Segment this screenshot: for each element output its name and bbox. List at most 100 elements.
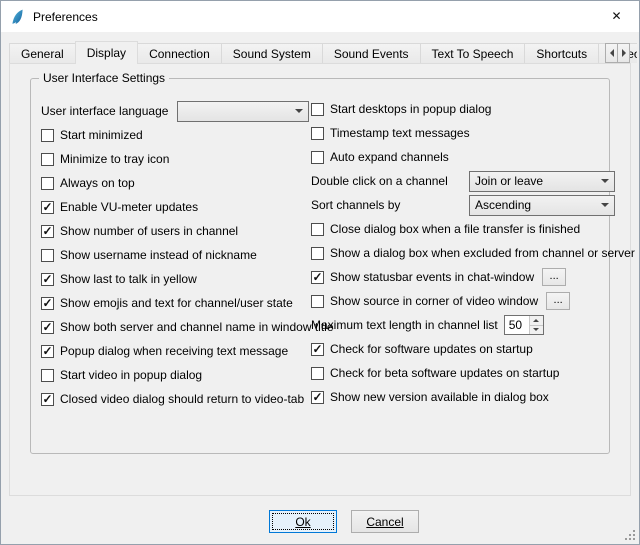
user-interface-settings-group: User Interface Settings User interface l… <box>30 78 610 454</box>
checkbox[interactable] <box>311 103 324 116</box>
checkbox-row-show-new-version-available-in-dialog-box[interactable]: ✓ Show new version available in dialog b… <box>311 385 615 409</box>
checkbox-row-check-for-software-updates-on-startup[interactable]: ✓ Check for software updates on startup <box>311 337 615 361</box>
checkbox[interactable]: ✓ <box>41 297 54 310</box>
double-click-value: Join or leave <box>475 174 543 188</box>
checkbox-label: Closed video dialog should return to vid… <box>60 392 304 406</box>
tab-general[interactable]: General <box>9 43 76 63</box>
checkbox-row-start-minimized[interactable]: Start minimized <box>41 123 309 147</box>
close-button[interactable]: ✕ <box>594 1 639 31</box>
checkbox[interactable]: ✓ <box>41 393 54 406</box>
title-bar: Preferences ✕ <box>1 1 639 32</box>
tab-shortcuts[interactable]: Shortcuts <box>524 43 599 63</box>
checkbox-row-timestamp-text-messages[interactable]: Timestamp text messages <box>311 121 615 145</box>
checkbox[interactable] <box>311 295 324 308</box>
checkbox-row-show-emojis-and-text-for-channel-user-state[interactable]: ✓ Show emojis and text for channel/user … <box>41 291 309 315</box>
checkbox-label: Show last to talk in yellow <box>60 272 197 286</box>
checkbox-label: Show source in corner of video window <box>330 294 538 308</box>
cancel-button[interactable]: Cancel <box>351 510 419 533</box>
ok-button[interactable]: Ok <box>269 510 337 533</box>
checkbox-row-start-desktops-in-popup-dialog[interactable]: Start desktops in popup dialog <box>311 97 615 121</box>
checkbox-row-show-username-instead-of-nickname[interactable]: Show username instead of nickname <box>41 243 309 267</box>
checkbox-row-check-for-beta-software-updates-on-startup[interactable]: Check for beta software updates on start… <box>311 361 615 385</box>
checkbox-row-show-number-of-users-in-channel[interactable]: ✓ Show number of users in channel <box>41 219 309 243</box>
tab-text-to-speech[interactable]: Text To Speech <box>420 43 526 63</box>
arrow-right-icon <box>622 49 626 57</box>
tab-connection[interactable]: Connection <box>137 43 222 63</box>
double-click-label: Double click on a channel <box>311 174 448 188</box>
window-title: Preferences <box>33 10 98 24</box>
checkbox-row-close-dialog-box-when-a-file-transfer-is-finishe[interactable]: Close dialog box when a file transfer is… <box>311 217 615 241</box>
checkbox[interactable]: ✓ <box>41 273 54 286</box>
checkbox[interactable] <box>41 369 54 382</box>
double-click-select[interactable]: Join or leave <box>469 171 615 192</box>
max-text-length-spinner[interactable]: 50 <box>504 315 544 335</box>
tab-sound-events[interactable]: Sound Events <box>322 43 421 63</box>
checkbox-row-show-a-dialog-box-when-excluded-from-channel-or-[interactable]: Show a dialog box when excluded from cha… <box>311 241 615 265</box>
checkbox[interactable]: ✓ <box>41 225 54 238</box>
checkbox[interactable] <box>311 127 324 140</box>
spin-up-button[interactable] <box>530 316 543 325</box>
checkbox-row-show-both-server-and-channel-name-in-window-titl[interactable]: ✓ Show both server and channel name in w… <box>41 315 309 339</box>
checkbox[interactable] <box>311 367 324 380</box>
tab-sound-system[interactable]: Sound System <box>221 43 323 63</box>
resize-grip[interactable] <box>623 528 636 541</box>
checkbox[interactable]: ✓ <box>311 271 324 284</box>
language-row: User interface language <box>41 99 309 123</box>
checkbox[interactable] <box>311 223 324 236</box>
sort-channels-value: Ascending <box>475 198 531 212</box>
preferences-window: Preferences ✕ GeneralDisplayConnectionSo… <box>0 0 640 545</box>
checkbox[interactable] <box>311 247 324 260</box>
checkbox-label: Check for software updates on startup <box>330 342 533 356</box>
checkbox-row-show-statusbar-events-in-chat-window[interactable]: ✓ Show statusbar events in chat-window .… <box>311 265 615 289</box>
checkbox[interactable] <box>311 151 324 164</box>
app-logo-icon <box>10 9 26 25</box>
checkbox-label: Auto expand channels <box>330 150 449 164</box>
sort-channels-select[interactable]: Ascending <box>469 195 615 216</box>
checkbox[interactable] <box>41 153 54 166</box>
checkbox-row-always-on-top[interactable]: Always on top <box>41 171 309 195</box>
checkbox-label: Close dialog box when a file transfer is… <box>330 222 580 236</box>
checkbox-row-auto-expand-channels[interactable]: Auto expand channels <box>311 145 615 169</box>
checkbox[interactable] <box>41 249 54 262</box>
checkbox-row-enable-vu-meter-updates[interactable]: ✓ Enable VU-meter updates <box>41 195 309 219</box>
checkbox[interactable]: ✓ <box>311 343 324 356</box>
checkbox-row-minimize-to-tray-icon[interactable]: Minimize to tray icon <box>41 147 309 171</box>
video-source-ellipsis-button[interactable]: ... <box>546 292 570 310</box>
tab-display[interactable]: Display <box>75 41 138 64</box>
checkbox-label: Start minimized <box>60 128 143 142</box>
checkbox[interactable]: ✓ <box>41 345 54 358</box>
right-column: Start desktops in popup dialog Timestamp… <box>311 97 615 409</box>
left-checkbox-list: Start minimized Minimize to tray icon Al… <box>41 123 309 411</box>
checkbox-row-closed-video-dialog-should-return-to-video-tab[interactable]: ✓ Closed video dialog should return to v… <box>41 387 309 411</box>
checkbox-label: Check for beta software updates on start… <box>330 366 559 380</box>
checkbox[interactable]: ✓ <box>311 391 324 404</box>
display-tab-panel: User Interface Settings User interface l… <box>9 63 631 496</box>
checkbox[interactable] <box>41 177 54 190</box>
checkbox-row-start-video-in-popup-dialog[interactable]: Start video in popup dialog <box>41 363 309 387</box>
left-column: User interface language Start minimized … <box>41 99 309 411</box>
checkbox-row-popup-dialog-when-receiving-text-message[interactable]: ✓ Popup dialog when receiving text messa… <box>41 339 309 363</box>
language-select[interactable] <box>177 101 309 122</box>
dialog-buttons: Ok Cancel <box>25 510 640 533</box>
tab-bar: GeneralDisplayConnectionSound SystemSoun… <box>9 41 637 64</box>
checkbox-label: Show new version available in dialog box <box>330 390 549 404</box>
double-click-row: Double click on a channel Join or leave <box>311 169 615 193</box>
group-title: User Interface Settings <box>39 71 169 85</box>
checkbox-label: Show a dialog box when excluded from cha… <box>330 246 635 260</box>
checkbox-row-show-source-in-corner-of-video-window[interactable]: Show source in corner of video window ..… <box>311 289 615 313</box>
chevron-down-icon <box>295 109 303 113</box>
checkbox-label: Show number of users in channel <box>60 224 238 238</box>
checkbox[interactable]: ✓ <box>41 321 54 334</box>
max-text-length-row: Maximum text length in channel list 50 <box>311 313 615 337</box>
checkbox-label: Show username instead of nickname <box>60 248 257 262</box>
spin-down-button[interactable] <box>530 325 543 335</box>
checkbox-label: Always on top <box>60 176 135 190</box>
checkbox[interactable]: ✓ <box>41 201 54 214</box>
tab-scroll-right-button[interactable] <box>617 43 630 63</box>
checkbox-label: Minimize to tray icon <box>60 152 169 166</box>
checkbox[interactable] <box>41 129 54 142</box>
checkbox-row-show-last-to-talk-in-yellow[interactable]: ✓ Show last to talk in yellow <box>41 267 309 291</box>
checkbox-label: Start desktops in popup dialog <box>330 102 491 116</box>
checkbox-label: Popup dialog when receiving text message <box>60 344 288 358</box>
statusbar-events-ellipsis-button[interactable]: ... <box>542 268 566 286</box>
